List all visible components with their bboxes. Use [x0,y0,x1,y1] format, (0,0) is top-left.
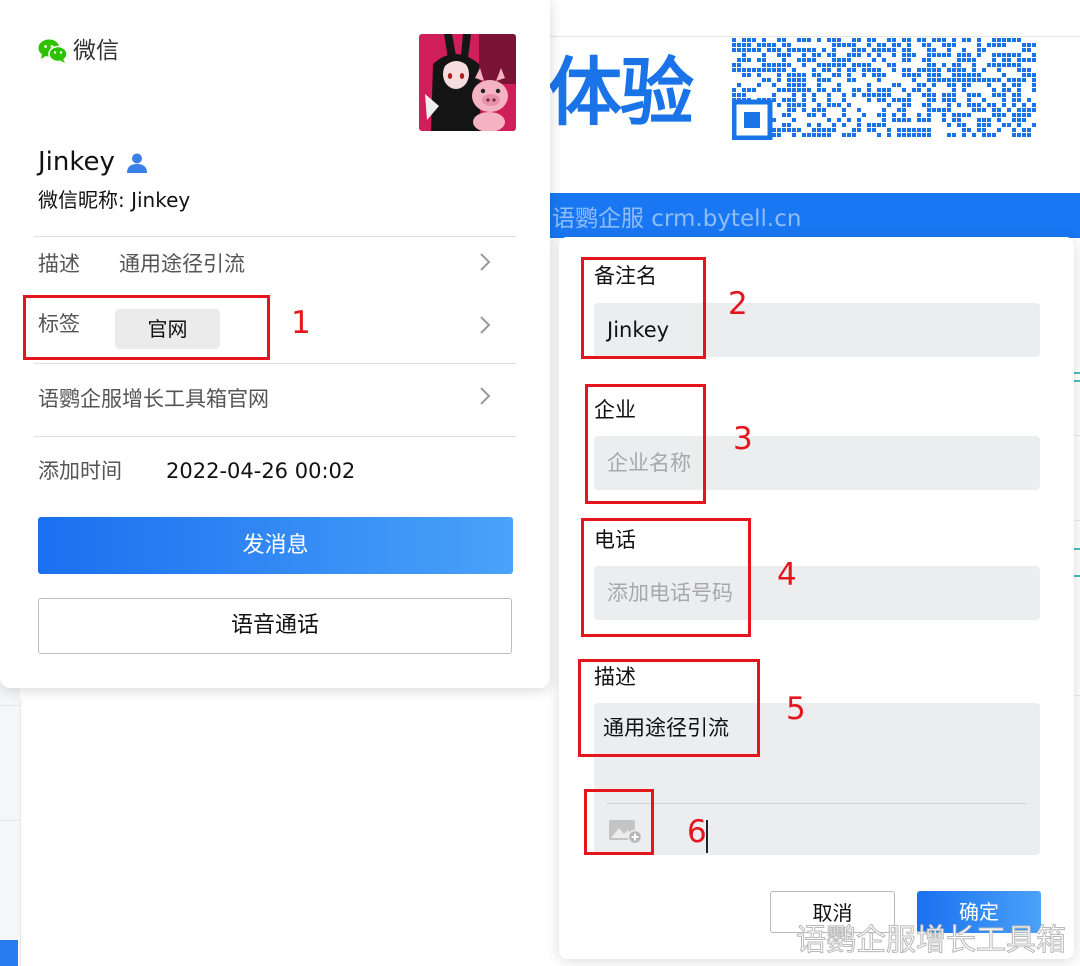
divider [34,236,516,237]
wechat-logo-icon [38,39,68,63]
annotation-box-2 [581,257,706,359]
wechat-nickname: 微信昵称: Jinkey [38,188,191,212]
annotation-number-5: 5 [786,691,806,727]
chevron-right-icon[interactable] [479,252,491,272]
annotation-box-4 [581,518,751,637]
description-row-value[interactable]: 通用途径引流 [119,251,245,278]
divider [34,436,516,437]
background-divider [0,705,20,706]
annotation-box-6 [584,789,654,855]
contact-name: Jinkey [38,147,115,177]
banner-headline: 体验 [548,50,694,136]
app-title: 微信 [73,38,119,64]
annotation-box-3 [585,384,706,504]
background-left-strip [0,700,21,966]
divider [34,363,516,364]
banner-bar-text: 语鹦企服 crm.bytell.cn [552,206,802,232]
annotation-box-5 [578,659,760,757]
annotation-number-2: 2 [728,286,748,322]
send-message-button[interactable]: 发消息 [38,517,513,574]
qr-code-image [732,38,1036,140]
banner-divider [540,36,1080,37]
avatar[interactable] [419,34,516,131]
chevron-right-icon[interactable] [479,315,491,335]
add-time-value: 2022-04-26 00:02 [166,459,356,483]
annotation-number-1: 1 [291,305,311,341]
voice-call-button[interactable]: 语音通话 [38,598,512,654]
add-time-label: 添加时间 [38,459,122,483]
description-row-label: 描述 [38,252,80,276]
chevron-right-icon[interactable] [479,386,491,406]
annotation-box-1 [23,295,270,360]
annotation-number-3: 3 [733,421,753,457]
person-icon [127,153,147,173]
source-row-label[interactable]: 语鹦企服增长工具箱官网 [38,386,269,413]
description-divider [607,803,1027,804]
annotation-number-4: 4 [777,557,797,593]
background-divider [0,820,20,821]
watermark: 语鹦企服增长工具箱 [796,923,1067,958]
annotation-number-6: 6 [687,814,707,850]
background-blue-block [0,940,18,966]
